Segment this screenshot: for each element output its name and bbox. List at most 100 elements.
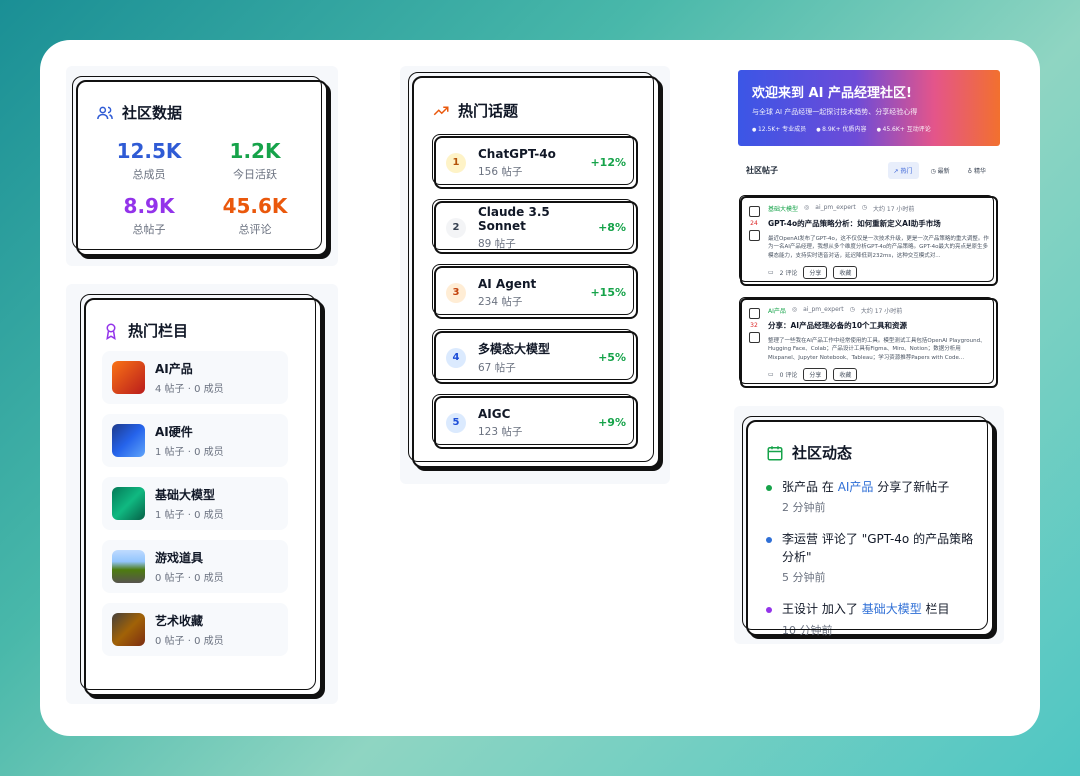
topics-card: 热门话题 1 ChatGPT-4o 156 帖子 +12% 2 Claude 3… <box>408 72 660 468</box>
stat-label: 今日活跃 <box>233 168 277 181</box>
status-dot <box>766 485 772 491</box>
post-card-1[interactable]: 24 基础大模型 ◎ ai_pm_expert ◷ 大约 17 小时前 GPT-… <box>739 195 998 286</box>
stat-label: 总成员 <box>132 168 166 181</box>
vote-count: 32 <box>750 322 758 329</box>
topics-title: 热门话题 <box>458 102 519 120</box>
stat-label: 总评论 <box>238 223 272 236</box>
status-dot <box>766 607 772 614</box>
banner-stat: 8.9K+ 优质内容 <box>816 124 866 133</box>
activity-card: 社区动态 张产品 在 AI产品 分享了新帖子 2 分钟前 李运营 评论了 "GP… <box>742 416 994 637</box>
post-category[interactable]: 基础大模型 <box>768 204 798 213</box>
topic-count: 234 帖子 <box>478 295 523 308</box>
activity-verb: 评论了 <box>821 532 858 547</box>
banner-title: 欢迎来到 AI 产品经理社区! <box>752 86 912 101</box>
upvote-button[interactable] <box>748 206 760 217</box>
post-category[interactable]: AI产品 <box>768 306 786 315</box>
activity-link[interactable]: AI产品 <box>838 480 874 494</box>
author-icon: ◎ <box>791 306 798 313</box>
topic-name: AI Agent <box>478 276 537 291</box>
topic-rank: 3 <box>446 282 466 303</box>
post-tabs: ↗ 热门 ◷ 最新 ♁ 精华 <box>887 161 992 179</box>
topic-trend: +5% <box>598 351 626 364</box>
comment-count[interactable]: 2 评论 <box>780 268 798 277</box>
topic-count: 123 帖子 <box>478 425 523 438</box>
topic-count: 156 帖子 <box>478 165 523 178</box>
downvote-button[interactable] <box>748 230 760 241</box>
stat-value: 1.2K <box>229 139 281 163</box>
upvote-button[interactable] <box>748 308 760 319</box>
topic-count: 89 帖子 <box>478 237 516 250</box>
vote-widget: 32 <box>748 308 760 343</box>
foundation-models-thumbnail <box>112 487 145 520</box>
share-button[interactable]: 分享 <box>803 368 828 381</box>
ai-product-thumbnail <box>112 361 145 394</box>
topic-rank: 4 <box>446 347 466 368</box>
clock-icon: ◷ <box>849 306 855 313</box>
activity-item-2: 李运营 评论了 "GPT-4o 的产品策略分析" 5 分钟前 <box>766 531 974 585</box>
columns-title: 热门栏目 <box>128 322 189 340</box>
post-excerpt: 最近OpenAI发布了GPT-4o，这不仅仅是一次技术升级，更是一次产品策略的重… <box>768 236 989 259</box>
activity-tail: 栏目 <box>925 602 950 617</box>
column-name: 基础大模型 <box>155 488 216 502</box>
post-author[interactable]: ai_pm_expert <box>815 204 855 213</box>
activity-item-1: 张产品 在 AI产品 分享了新帖子 2 分钟前 <box>766 479 974 515</box>
tab-latest[interactable]: ◷ 最新 <box>925 162 956 179</box>
activity-title: 社区动态 <box>792 444 853 462</box>
activity-header: 社区动态 <box>766 442 974 463</box>
activity-user[interactable]: 王设计 <box>782 602 818 616</box>
posts-header: 社区帖子 ↗ 热门 ◷ 最新 ♁ 精华 <box>738 156 1000 184</box>
column-meta: 1 帖子 · 0 成员 <box>155 510 224 521</box>
activity-time: 10 分钟前 <box>782 623 833 637</box>
activity-user[interactable]: 张产品 <box>782 480 818 494</box>
column-item-art-collection[interactable]: 艺术收藏 0 帖子 · 0 成员 <box>102 603 288 656</box>
topic-rank: 5 <box>446 412 466 433</box>
share-button[interactable]: 分享 <box>803 266 828 279</box>
post-excerpt: 整理了一些我在AI产品工作中经常使用的工具。模型测试工具包括OpenAI Pla… <box>768 338 986 361</box>
banner-subtitle: 与全球 AI 产品经理一起探讨技术趋势、分享经验心得 <box>752 108 918 116</box>
post-title[interactable]: 分享：AI产品经理必备的10个工具和资源 <box>768 320 990 331</box>
column-item-game-items[interactable]: 游戏道具 0 帖子 · 0 成员 <box>102 540 288 593</box>
column-name: 艺术收藏 <box>155 614 204 628</box>
column-meta: 1 帖子 · 0 成员 <box>155 447 224 458</box>
topic-count: 67 帖子 <box>478 362 516 374</box>
post-card-2[interactable]: 32 AI产品 ◎ ai_pm_expert ◷ 大约 17 小时前 分享：AI… <box>739 297 998 388</box>
topic-item-4[interactable]: 4 多模态大模型 67 帖子 +5% <box>432 329 638 384</box>
post-title[interactable]: GPT-4o的产品策略分析：如何重新定义AI助手市场 <box>768 218 990 229</box>
topic-item-1[interactable]: 1 ChatGPT-4o 156 帖子 +12% <box>432 134 638 189</box>
save-button[interactable]: 收藏 <box>833 368 858 381</box>
topic-name: AIGC <box>478 406 511 421</box>
status-dot <box>766 537 772 544</box>
stat-members: 12.5K 总成员 <box>96 139 202 182</box>
topic-item-3[interactable]: 3 AI Agent 234 帖子 +15% <box>432 264 638 319</box>
activity-link[interactable]: 基础大模型 <box>862 602 922 616</box>
column-meta: 4 帖子 · 0 成员 <box>155 384 224 395</box>
activity-verb: 在 <box>821 480 834 494</box>
topic-item-2[interactable]: 2 Claude 3.5 Sonnet 89 帖子 +8% <box>432 199 638 254</box>
activity-user[interactable]: 李运营 <box>782 532 818 546</box>
stat-value: 8.9K <box>123 194 175 218</box>
vote-widget: 24 <box>748 206 760 241</box>
clock-icon: ◷ <box>930 167 938 175</box>
topic-trend: +12% <box>590 156 626 169</box>
activity-time: 5 分钟前 <box>782 571 826 585</box>
stats-title: 社区数据 <box>122 104 183 122</box>
tab-hot[interactable]: ↗ 热门 <box>887 161 919 179</box>
trending-up-icon <box>433 106 449 115</box>
save-button[interactable]: 收藏 <box>833 266 858 279</box>
topic-item-5[interactable]: 5 AIGC 123 帖子 +9% <box>432 394 638 449</box>
tab-label: 热门 <box>900 167 913 175</box>
post-author[interactable]: ai_pm_expert <box>803 306 843 315</box>
topic-name: 多模态大模型 <box>478 342 551 356</box>
tab-featured[interactable]: ♁ 精华 <box>962 162 992 179</box>
downvote-button[interactable] <box>748 332 760 343</box>
column-item-foundation-models[interactable]: 基础大模型 1 帖子 · 0 成员 <box>102 477 288 530</box>
columns-list: AI产品 4 帖子 · 0 成员 AI硬件 1 帖子 · 0 成员 基础大模型 … <box>102 351 304 656</box>
column-item-ai-hardware[interactable]: AI硬件 1 帖子 · 0 成员 <box>102 414 288 467</box>
comment-count[interactable]: 0 评论 <box>780 370 798 379</box>
author-icon: ◎ <box>804 204 810 211</box>
stat-value: 12.5K <box>116 139 182 163</box>
activity-time: 2 分钟前 <box>782 501 826 515</box>
comment-icon: ▭ <box>768 269 774 276</box>
tab-label: 精华 <box>973 167 986 175</box>
column-item-ai-product[interactable]: AI产品 4 帖子 · 0 成员 <box>102 351 288 404</box>
